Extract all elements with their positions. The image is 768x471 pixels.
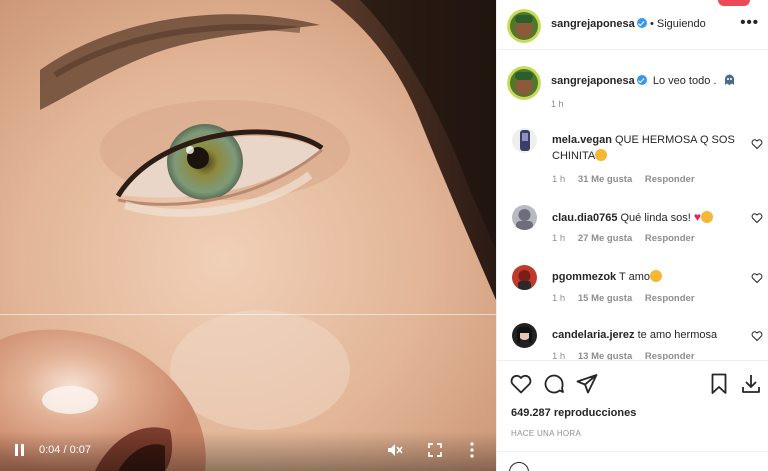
share-icon[interactable] [575,372,599,396]
divider [497,360,768,361]
scanline [0,314,496,315]
caption-username[interactable]: sangrejaponesa [551,75,635,87]
red-heart-emoji-icon: ♥ [693,210,702,224]
avatar[interactable] [512,323,537,348]
reply-button[interactable]: Responder [645,233,695,244]
comment-text: pgommezok T amo [552,269,742,285]
verified-icon [636,18,647,28]
comment-text: clau.dia0765 Qué linda sos! ♥ [552,209,742,226]
action-bar [497,370,768,400]
caption-text: Lo veo todo . [652,75,717,87]
caption-avatar[interactable] [507,66,541,100]
comment-icon[interactable] [542,372,566,396]
post-sidebar: sangrejaponesa • Siguiendo ••• sangrejapo… [496,0,768,471]
comment-username[interactable]: clau.dia0765 [552,212,617,224]
download-icon[interactable] [739,372,763,396]
comment-likes[interactable]: 27 Me gusta [578,233,632,244]
video-time: 0:04 / 0:07 [39,444,91,456]
fullscreen-icon[interactable] [425,440,445,460]
avatar[interactable] [512,205,537,230]
comment-like-icon[interactable] [751,138,763,150]
post-header: sangrejaponesa • Siguiendo ••• [497,0,768,50]
avatar[interactable] [507,9,541,43]
comment-username[interactable]: mela.vegan [552,134,612,146]
comment-text: candelaria.jerez te amo hermosa [552,329,718,341]
bookmark-icon[interactable] [707,372,731,396]
view-count[interactable]: 649.287 reproducciones [511,407,636,419]
comment-username[interactable]: pgommezok [552,271,616,283]
video-controls: 0:04 / 0:07 [0,431,496,471]
video-player[interactable]: 0:04 / 0:07 [0,0,496,471]
pause-icon[interactable] [12,441,28,461]
comment-meta: 1 h 13 Me gusta Responder [552,351,695,360]
more-options-icon[interactable]: ••• [740,14,759,31]
comment-like-icon[interactable] [751,212,763,224]
comment-text: mela.vegan QUE HERMOSA Q SOS CHINITA [552,134,735,162]
heart-eyes-emoji-icon [650,270,663,282]
mute-icon[interactable] [384,440,404,460]
heart-eyes-emoji-icon [595,149,608,161]
comment-likes[interactable]: 15 Me gusta [578,293,632,304]
divider [497,451,768,452]
heart-icon[interactable] [509,372,533,396]
reply-button[interactable]: Responder [645,293,695,304]
comment-likes[interactable]: 31 Me gusta [578,174,632,185]
comment-like-icon[interactable] [751,330,763,342]
comment-username[interactable]: candelaria.jerez [552,329,635,341]
verified-icon [636,75,647,85]
comment-likes[interactable]: 13 Me gusta [578,351,632,360]
reply-button[interactable]: Responder [645,174,695,185]
avatar[interactable] [512,265,537,290]
video-frame [0,0,496,471]
caption: sangrejaponesa Lo veo todo . [551,73,761,87]
caption-time: 1 h [551,99,564,109]
comment-meta: 1 h 15 Me gusta Responder [552,293,695,304]
comment-meta: 1 h 27 Me gusta Responder [552,233,695,244]
emoji-icon[interactable] [509,462,529,471]
comment-clip: candelaria.jerez te amo hermosa 1 h 13 M… [497,318,768,360]
heart-eyes-emoji-icon [701,211,714,223]
follow-status[interactable]: • Siguiendo [650,18,706,30]
comment-meta: 1 h 31 Me gusta Responder [552,174,695,185]
post-author[interactable]: sangrejaponesa [551,18,647,30]
comment-like-icon[interactable] [751,272,763,284]
avatar[interactable] [512,128,537,153]
ghost-emoji-icon [724,74,734,85]
more-icon[interactable] [462,440,482,460]
post-date: HACE UNA HORA [511,429,582,438]
reply-button[interactable]: Responder [645,351,695,360]
